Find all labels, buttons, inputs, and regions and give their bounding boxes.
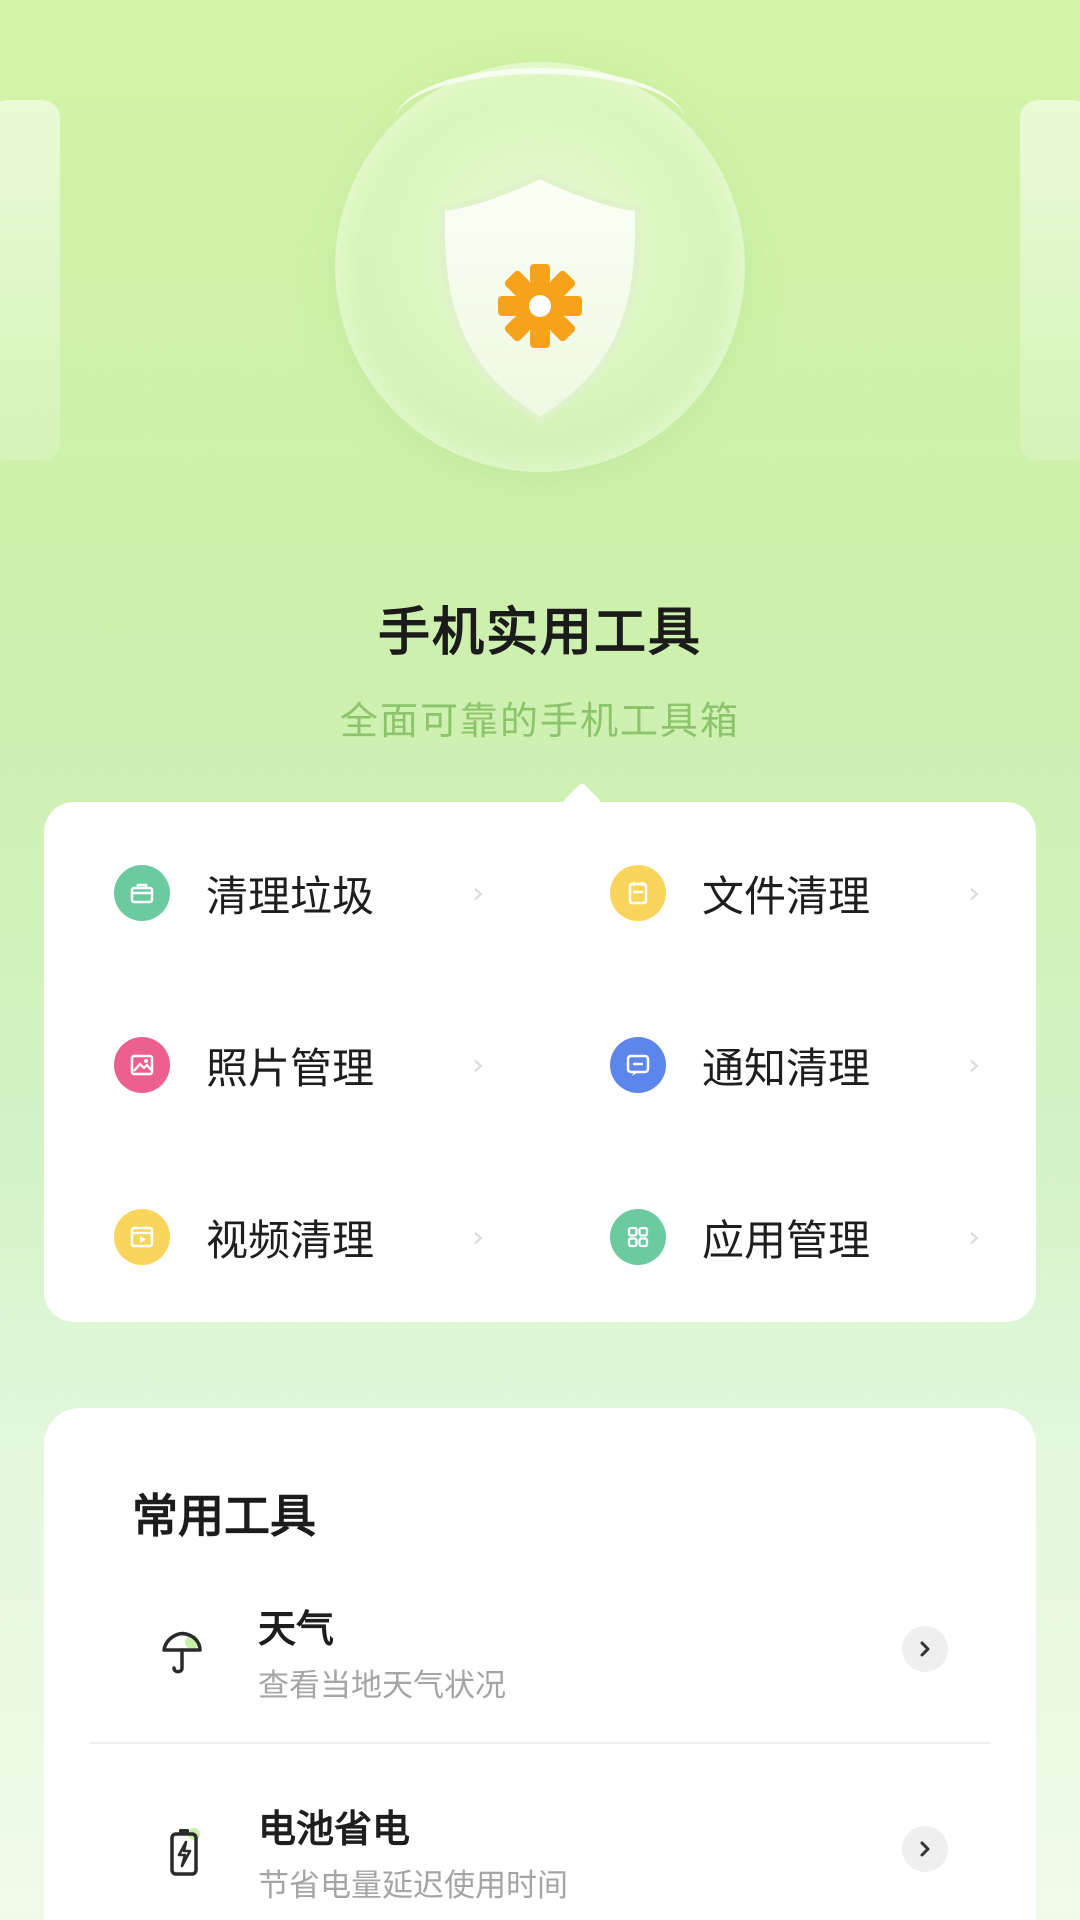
tool-description: 查看当地天气状况 — [258, 1668, 506, 1704]
chevron-right-icon: › — [472, 1219, 484, 1255]
feature-label: 照片管理 — [206, 1043, 375, 1093]
video-icon — [114, 1209, 170, 1265]
tool-name: 天气 — [258, 1607, 335, 1651]
feature-label: 应用管理 — [702, 1215, 871, 1265]
common-tools-card: 常用工具 天气 查看当地天气状况 电池省电 节省电量延迟使用时间 — [44, 1408, 1036, 1920]
shield-icon — [438, 172, 642, 424]
feature-label: 视频清理 — [206, 1215, 375, 1265]
message-icon — [610, 1037, 666, 1093]
tool-name: 电池省电 — [258, 1807, 411, 1851]
feature-item-app-manage[interactable]: 应用管理 › — [540, 1182, 1000, 1292]
go-button[interactable] — [902, 1626, 948, 1672]
chevron-right-icon — [920, 1641, 930, 1657]
apps-grid-icon — [610, 1209, 666, 1265]
feature-item-clean-junk[interactable]: 清理垃圾 › — [44, 838, 504, 948]
feature-label: 文件清理 — [702, 871, 871, 921]
feature-item-video-clean[interactable]: 视频清理 › — [44, 1182, 504, 1292]
chevron-right-icon: › — [472, 875, 484, 911]
app-subtitle: 全面可靠的手机工具箱 — [339, 699, 740, 743]
chevron-right-icon: › — [472, 1047, 484, 1083]
feature-label: 通知清理 — [702, 1043, 871, 1093]
settings-badge-icon — [498, 264, 582, 348]
feature-label: 清理垃圾 — [206, 871, 375, 921]
decorative-panel-left — [0, 100, 60, 460]
chevron-right-icon — [920, 1841, 930, 1857]
chevron-right-icon: › — [968, 875, 980, 911]
divider — [90, 1742, 990, 1744]
feature-item-file-clean[interactable]: 文件清理 › — [540, 838, 1000, 948]
feature-item-notification-clean[interactable]: 通知清理 › — [540, 1010, 1000, 1120]
tool-item-weather[interactable]: 天气 查看当地天气状况 — [44, 1572, 1036, 1732]
go-button[interactable] — [902, 1826, 948, 1872]
battery-icon — [170, 1828, 200, 1876]
umbrella-icon — [162, 1631, 202, 1674]
tool-description: 节省电量延迟使用时间 — [258, 1868, 568, 1904]
trash-box-icon — [114, 865, 170, 921]
decorative-panel-right — [1020, 100, 1080, 460]
tool-item-battery-saver[interactable]: 电池省电 节省电量延迟使用时间 — [44, 1772, 1036, 1920]
chevron-right-icon: › — [968, 1219, 980, 1255]
feature-grid-card: 清理垃圾 › 文件清理 › 照片管理 › 通知清理 › 视频清理 › 应用管理 … — [44, 802, 1036, 1322]
section-title: 常用工具 — [132, 1489, 316, 1543]
feature-item-photo-manage[interactable]: 照片管理 › — [44, 1010, 504, 1120]
chevron-right-icon: › — [968, 1047, 980, 1083]
app-title: 手机实用工具 — [377, 603, 702, 663]
image-icon — [114, 1037, 170, 1093]
file-icon — [610, 865, 666, 921]
